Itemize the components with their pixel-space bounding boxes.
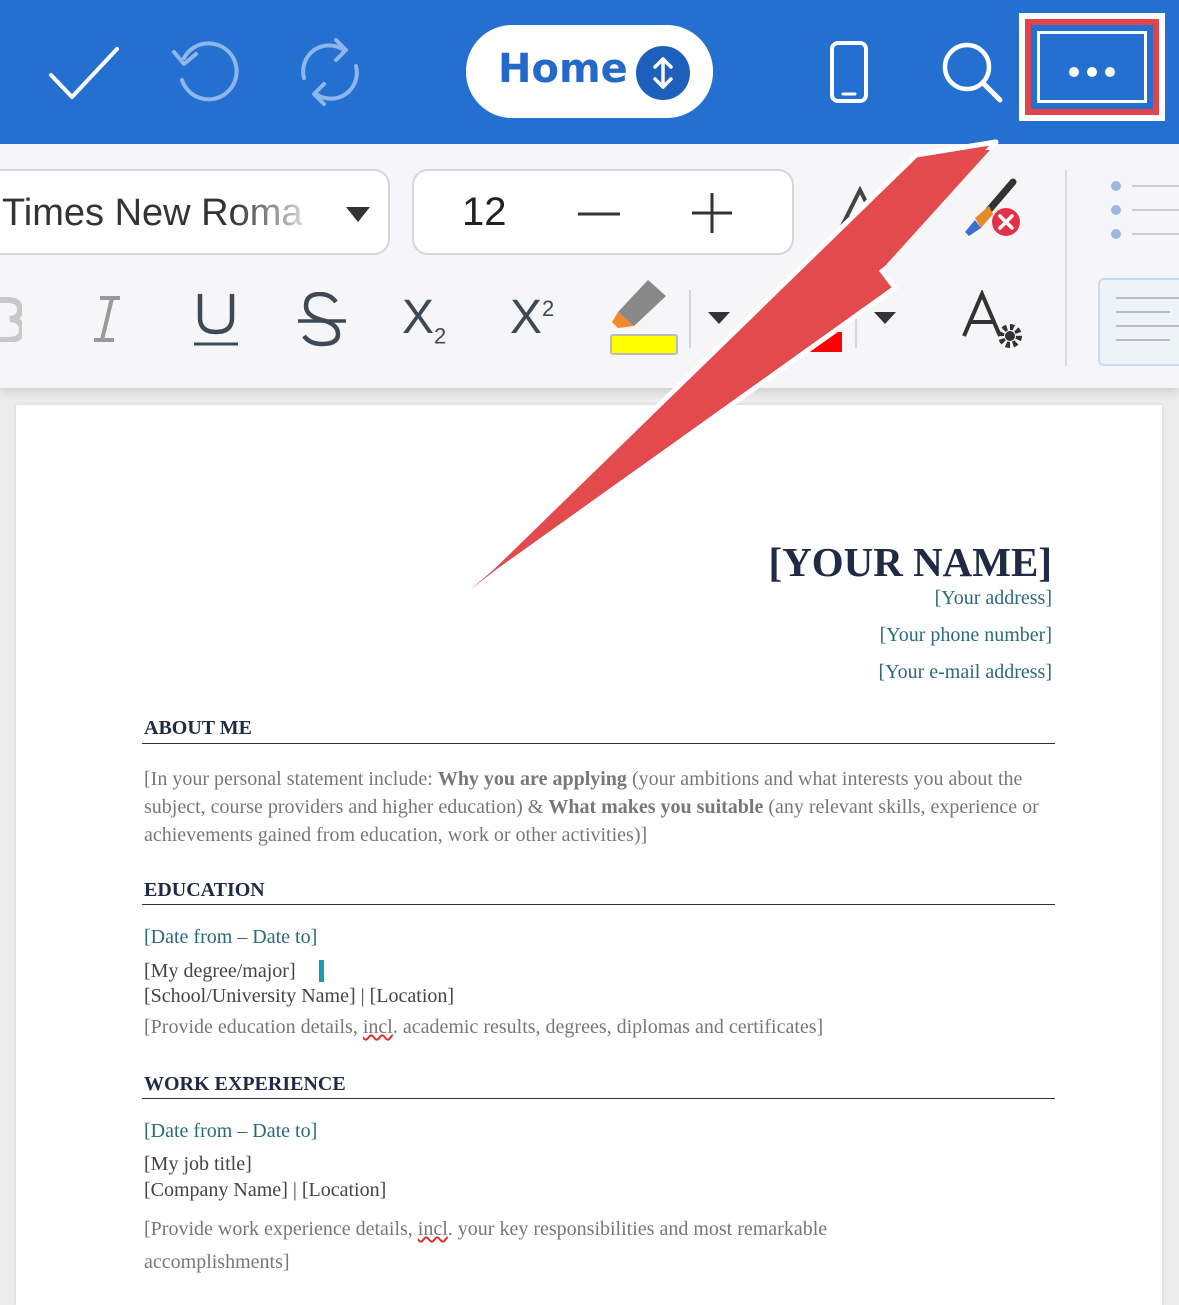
subscript-digit: 2: [434, 323, 447, 349]
highlight-color-button[interactable]: [608, 276, 678, 356]
education-details-text: [Provide education details,: [144, 1016, 363, 1038]
bold-icon[interactable]: [0, 296, 22, 342]
work-job-title: [My job title]: [144, 1153, 252, 1175]
highlighter-icon: [612, 280, 666, 328]
subscript-icon[interactable]: X2: [402, 290, 446, 350]
spelling-flag: incl: [362, 1016, 393, 1038]
work-details: [Provide work experience details, incl. …: [144, 1213, 944, 1279]
italic-icon[interactable]: [90, 294, 124, 344]
education-details: [Provide education details, incl. academ…: [144, 1016, 823, 1039]
spelling-flag: incl: [417, 1218, 448, 1240]
clear-formatting-icon[interactable]: [955, 176, 1027, 242]
top-toolbar: Home: [0, 0, 1179, 144]
align-left-button[interactable]: [1098, 278, 1179, 366]
about-bold: Why you are applying: [437, 768, 627, 790]
superscript-digit: 2: [542, 296, 555, 321]
superscript-icon[interactable]: X2: [510, 290, 554, 345]
home-tab-selector[interactable]: Home: [466, 25, 713, 118]
strikethrough-icon[interactable]: [296, 292, 348, 348]
section-title-work: WORK EXPERIENCE: [144, 1073, 346, 1095]
formatting-ribbon: Times New Roman 12 X2 X2: [0, 144, 1179, 388]
section-rule: [142, 904, 1055, 905]
font-size-stepper[interactable]: 12: [412, 169, 794, 255]
about-text: [In your personal statement include:: [144, 768, 438, 790]
font-name-fade: [232, 171, 322, 253]
text-settings-icon[interactable]: [960, 290, 1026, 352]
font-family-dropdown[interactable]: Times New Roman: [0, 169, 390, 255]
chevron-down-icon[interactable]: [706, 310, 732, 326]
education-degree: [My degree/major]: [144, 960, 296, 982]
search-icon[interactable]: [940, 40, 1006, 106]
highlight-color-swatch: [610, 334, 678, 355]
divider: [1065, 170, 1067, 366]
text-style-icon[interactable]: [835, 186, 885, 234]
divider: [855, 290, 857, 348]
about-paragraph: [In your personal statement include: Why…: [144, 765, 1054, 849]
document-page[interactable]: [YOUR NAME] [Your address] [Your phone n…: [16, 405, 1162, 1305]
more-options-button[interactable]: [1037, 31, 1147, 103]
align-left-icon: [1116, 297, 1179, 341]
text-cursor: [319, 960, 324, 982]
about-bold: What makes you suitable: [548, 796, 764, 818]
resume-address: [Your address]: [934, 587, 1052, 609]
chevron-down-icon[interactable]: [872, 310, 898, 326]
resume-name: [YOUR NAME]: [768, 539, 1052, 585]
home-tab-label: Home: [498, 46, 628, 92]
decrease-font-size-icon[interactable]: [576, 211, 622, 217]
redo-icon[interactable]: [292, 36, 368, 108]
section-title-about: ABOUT ME: [144, 717, 252, 739]
education-details-text: . academic results, degrees, diplomas an…: [392, 1016, 824, 1038]
section-rule: [142, 1098, 1055, 1099]
section-rule: [142, 743, 1055, 744]
expand-collapse-icon[interactable]: [636, 46, 690, 100]
resume-email: [Your e-mail address]: [878, 661, 1053, 683]
work-company: [Company Name] | [Location]: [144, 1179, 387, 1201]
work-dates: [Date from – Date to]: [144, 1120, 318, 1142]
chevron-down-icon: [346, 207, 370, 222]
work-details-text: [Provide work experience details,: [144, 1218, 418, 1240]
phone-view-icon[interactable]: [829, 40, 869, 104]
font-color-swatch[interactable]: [786, 332, 842, 352]
more-icon: [1069, 67, 1115, 77]
checkmark-icon[interactable]: [48, 45, 120, 101]
increase-font-size-icon[interactable]: [690, 191, 734, 235]
font-size-value: 12: [462, 190, 507, 234]
bullet-list-icon[interactable]: [1104, 178, 1179, 242]
section-title-education: EDUCATION: [144, 879, 265, 901]
divider: [689, 290, 691, 348]
education-school: [School/University Name] | [Location]: [144, 985, 455, 1007]
undo-icon[interactable]: [170, 38, 244, 104]
resume-phone: [Your phone number]: [879, 624, 1052, 646]
underline-icon[interactable]: [192, 292, 240, 348]
education-dates: [Date from – Date to]: [144, 926, 318, 948]
